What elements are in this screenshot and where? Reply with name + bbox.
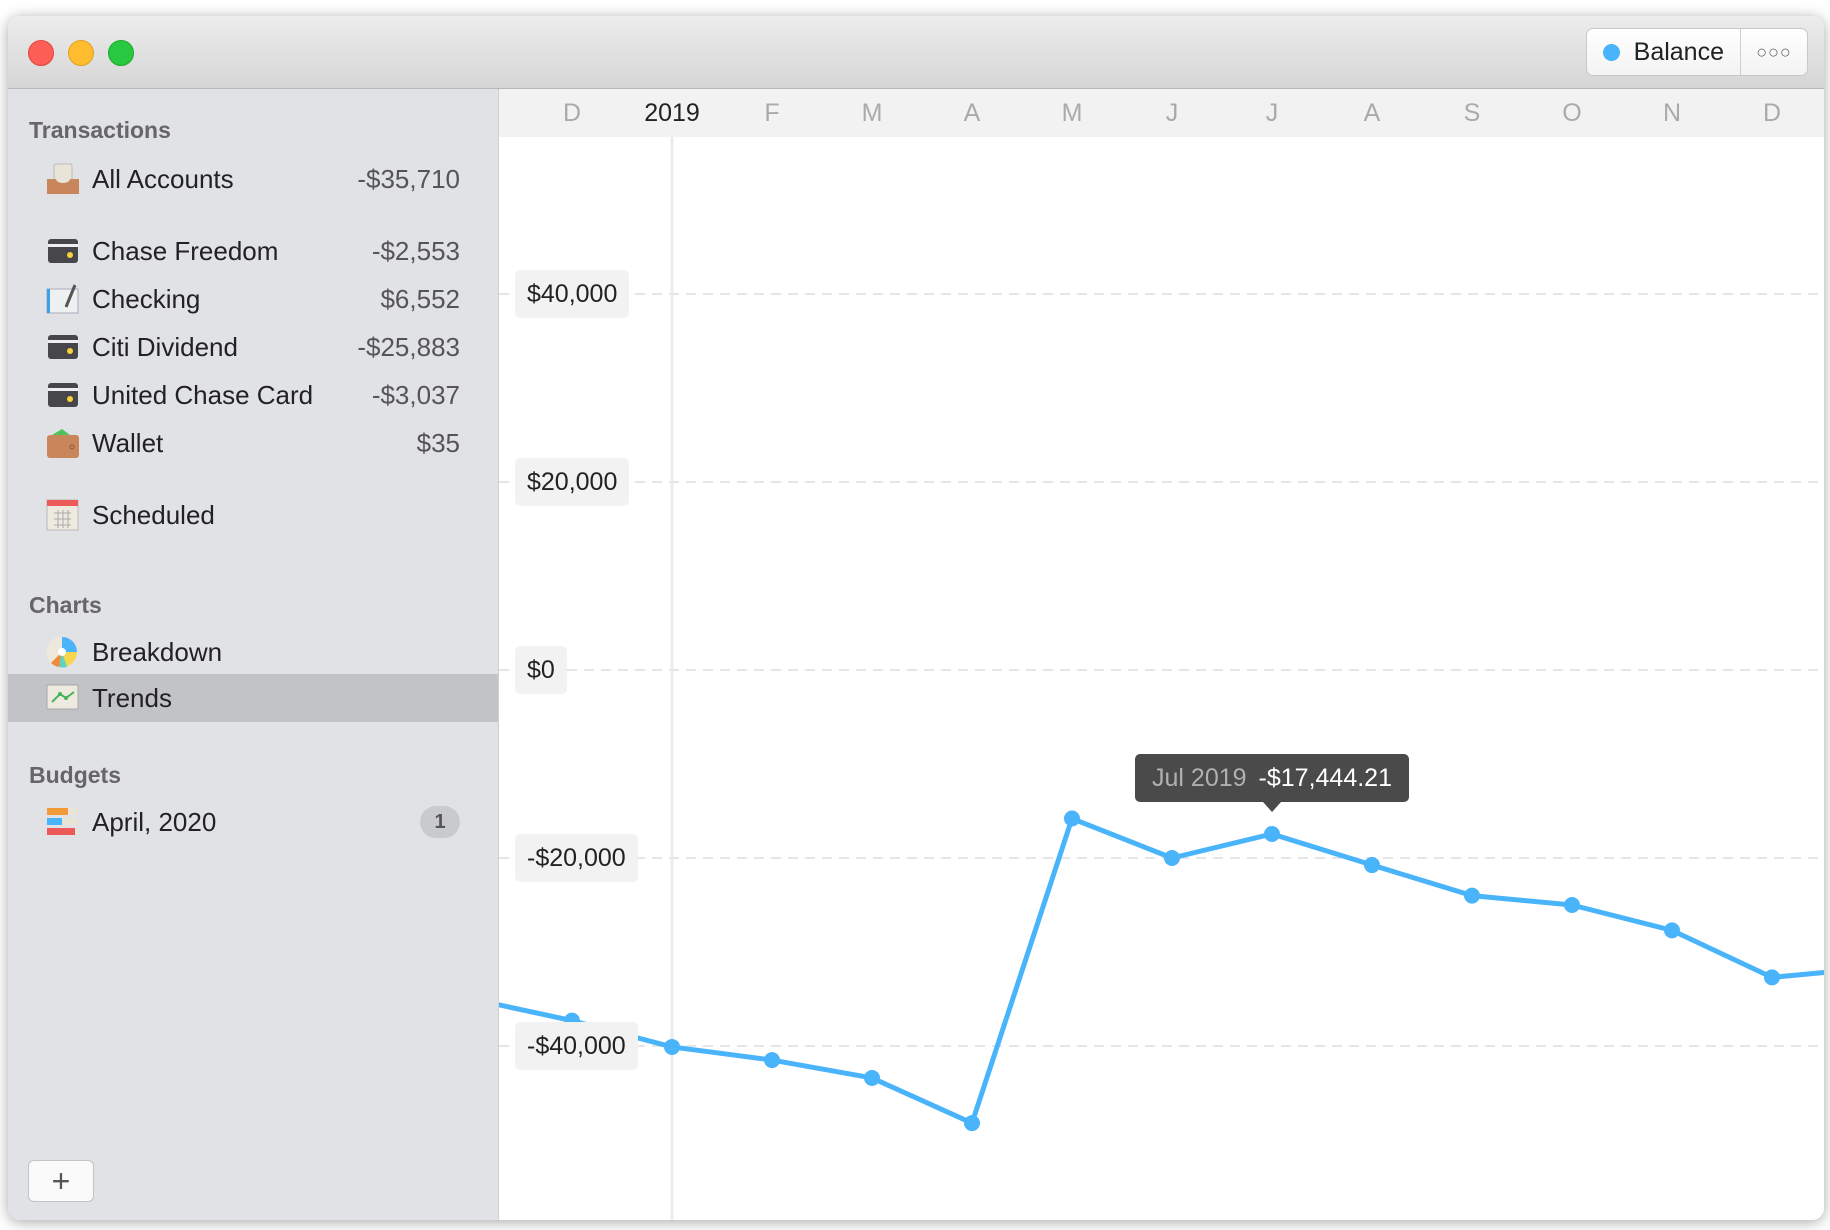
credit-card-icon [46, 331, 80, 363]
item-balance: -$3,037 [371, 379, 460, 410]
data-point [1164, 850, 1180, 866]
item-label: Wallet [92, 427, 164, 458]
item-label: Trends [92, 682, 172, 713]
data-point [1264, 825, 1280, 842]
y-tick-label: -$40,000 [515, 1022, 638, 1070]
item-balance: -$35,710 [357, 163, 460, 194]
more-options-button[interactable]: ○○○ [1741, 29, 1807, 75]
item-balance: -$25,883 [357, 331, 460, 362]
month-tick-label: F [764, 99, 780, 127]
month-tick-label: D [1762, 99, 1782, 127]
balance-button[interactable]: Balance [1587, 29, 1741, 75]
trends-chart[interactable]: D 2019 F M A M J J A S O N D $40,000 $20,000 $0 -$20,00… [499, 89, 1824, 1220]
data-point [1064, 810, 1080, 827]
balance-label: Balance [1633, 37, 1724, 66]
sidebar-item-all-accounts[interactable]: All Accounts -$35,710 [8, 156, 498, 202]
month-tick-label: M [861, 99, 883, 127]
item-balance: $35 [416, 427, 460, 458]
item-label: All Accounts [92, 163, 234, 194]
checkbook-icon [46, 283, 80, 315]
sidebar: Transactions All Accounts -$35,710 Chase… [8, 89, 499, 1220]
sidebar-item-scheduled[interactable]: Scheduled [8, 492, 498, 538]
balance-line [499, 816, 1824, 1126]
titlebar: Balance ○○○ [8, 16, 1824, 89]
data-point [1464, 887, 1480, 904]
y-tick-label: -$20,000 [515, 834, 638, 882]
data-point [1364, 857, 1380, 874]
minimize-button[interactable] [68, 40, 94, 66]
sidebar-item-april-2020-budget[interactable]: April, 2020 1 [8, 799, 498, 845]
sidebar-item-checking[interactable]: Checking $6,552 [8, 276, 498, 322]
wallet-icon [46, 427, 80, 459]
app-window: Balance ○○○ Transactions All Accounts -$… [8, 16, 1824, 1220]
sidebar-item-united-chase-card[interactable]: United Chase Card -$3,037 [8, 372, 498, 418]
tooltip-value: -$17,444.21 [1258, 763, 1392, 792]
sidebar-item-breakdown[interactable]: Breakdown [8, 629, 498, 675]
plus-icon: + [51, 1162, 71, 1199]
y-tick-label: $40,000 [515, 270, 630, 318]
item-label: April, 2020 [92, 806, 217, 837]
month-tick-label: O [1562, 99, 1582, 127]
balance-color-dot-icon [1602, 43, 1620, 61]
calendar-icon [46, 499, 80, 531]
item-label: Chase Freedom [92, 235, 279, 266]
sidebar-item-trends[interactable]: Trends [8, 674, 498, 722]
ellipsis-icon: ○○○ [1756, 41, 1792, 62]
month-tick-label: M [1061, 99, 1083, 127]
close-button[interactable] [28, 40, 54, 66]
item-label: Checking [92, 283, 201, 314]
sidebar-item-chase-freedom[interactable]: Chase Freedom -$2,553 [8, 228, 498, 274]
month-tick-label: D [562, 99, 582, 127]
budget-bars-icon [46, 806, 80, 838]
data-point-tooltip: Jul 2019 -$17,444.21 [1135, 753, 1409, 812]
month-tick-label: J [1265, 99, 1279, 127]
pie-chart-icon [46, 636, 80, 668]
section-charts: Charts [29, 592, 102, 618]
zoom-button[interactable] [108, 40, 134, 66]
data-point [1664, 922, 1680, 939]
month-tick-label: A [963, 99, 981, 127]
credit-card-icon [46, 379, 80, 411]
item-label: Breakdown [92, 636, 223, 667]
chart-canvas [499, 137, 1824, 1220]
toolbar-segmented-control: Balance ○○○ [1585, 28, 1808, 76]
inbox-tray-icon [46, 163, 80, 195]
tooltip-month: Jul 2019 [1152, 763, 1247, 792]
sidebar-item-wallet[interactable]: Wallet $35 [8, 420, 498, 466]
trend-board-icon [46, 682, 80, 714]
y-tick-label: $0 [515, 646, 567, 694]
item-label: Citi Dividend [92, 331, 238, 362]
item-label: United Chase Card [92, 379, 314, 410]
y-tick-label: $20,000 [515, 458, 630, 506]
data-point [1564, 897, 1580, 913]
data-point [764, 1052, 780, 1069]
item-label: Scheduled [92, 499, 215, 530]
month-tick-label: J [1165, 99, 1179, 127]
item-balance: $6,552 [380, 283, 460, 314]
data-point [864, 1069, 880, 1086]
section-transactions: Transactions [29, 117, 171, 143]
data-point [964, 1115, 980, 1132]
data-point [1764, 969, 1780, 986]
data-point [664, 1038, 680, 1055]
add-button[interactable]: + [28, 1160, 94, 1202]
credit-card-icon [46, 235, 80, 267]
count-badge: 1 [420, 806, 460, 838]
month-tick-label: 2019 [644, 99, 700, 127]
item-balance: -$2,553 [371, 235, 460, 266]
month-tick-label: N [1662, 99, 1682, 127]
section-budgets: Budgets [29, 762, 121, 788]
sidebar-item-citi-dividend[interactable]: Citi Dividend -$25,883 [8, 324, 498, 370]
month-tick-label: S [1463, 99, 1481, 127]
month-axis: D 2019 F M A M J J A S O N D [499, 89, 1824, 137]
month-tick-label: A [1363, 99, 1381, 127]
